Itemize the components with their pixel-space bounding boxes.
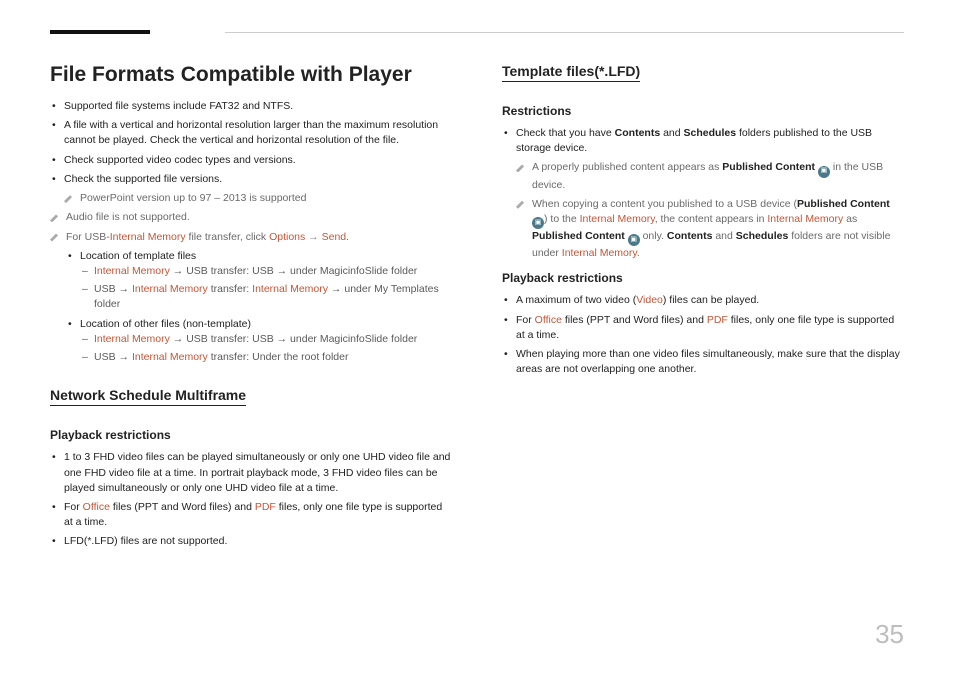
playback-list: 1 to 3 FHD video files can be played sim…	[50, 450, 452, 549]
note-text: and	[712, 230, 735, 242]
note-item: A properly published content appears as …	[516, 160, 904, 192]
sub-list: Location of template files Internal Memo…	[66, 249, 452, 366]
note-group: PowerPoint version up to 97 – 2013 is su…	[50, 191, 452, 206]
bold-text: Schedules	[684, 127, 737, 139]
highlight-text: PDF	[707, 314, 728, 326]
list-text: For	[64, 501, 83, 513]
sub-heading: Restrictions	[502, 104, 904, 118]
list-item: Check the supported file versions.	[50, 172, 452, 187]
note-item: For USB-Internal Memory file transfer, c…	[50, 230, 452, 245]
highlight-text: Office	[83, 501, 110, 513]
bold-text: Published Content	[532, 230, 625, 242]
note-text: ) to the	[544, 213, 580, 225]
note-text: .	[346, 231, 349, 243]
list-text: → USB transfer: USB → under MagicinfoSli…	[170, 265, 417, 277]
list-item: Location of template files Internal Memo…	[66, 249, 452, 313]
right-column: Template files(*.LFD) Restrictions Check…	[502, 63, 904, 554]
highlight-text: PDF	[255, 501, 276, 513]
playback-list: A maximum of two video (Video) files can…	[502, 293, 904, 377]
list-text: files (PPT and Word files) and	[562, 314, 707, 326]
left-column: File Formats Compatible with Player Supp…	[50, 63, 452, 554]
list-text: For	[516, 314, 535, 326]
list-item: Location of other files (non-template) I…	[66, 317, 452, 366]
list-item: When playing more than one video files s…	[502, 347, 904, 377]
header-rule-thin	[225, 32, 904, 33]
list-text: files (PPT and Word files) and	[110, 501, 255, 513]
list-item: A file with a vertical and horizontal re…	[50, 118, 452, 148]
list-text: Location of other files (non-template)	[80, 318, 251, 330]
note-item: When copying a content you published to …	[516, 197, 904, 262]
list-item: Supported file systems include FAT32 and…	[50, 99, 452, 114]
highlight-text: Internal Memory	[562, 247, 637, 259]
note-item: PowerPoint version up to 97 – 2013 is su…	[64, 191, 452, 206]
list-text: → USB transfer: USB → under MagicinfoSli…	[170, 333, 417, 345]
note-text: A properly published content appears as	[532, 161, 722, 173]
sub-list-group: Location of template files Internal Memo…	[50, 249, 452, 366]
list-text: transfer:	[208, 283, 252, 295]
highlight-text: Options	[269, 231, 305, 243]
sub-heading: Playback restrictions	[502, 271, 904, 285]
highlight-text: Internal Memory	[132, 283, 208, 295]
highlight-text: Send	[322, 231, 347, 243]
dash-list: Internal Memory → USB transfer: USB → un…	[80, 264, 452, 313]
highlight-text: Internal Memory	[94, 333, 170, 345]
header-rule	[50, 30, 904, 33]
list-item: Check that you have Contents and Schedul…	[502, 126, 904, 156]
list-text: A maximum of two video (	[516, 294, 636, 306]
header-rule-heavy	[50, 30, 150, 34]
list-text: Location of template files	[80, 250, 196, 262]
list-text: Check that you have	[516, 127, 615, 139]
restrictions-list: Check that you have Contents and Schedul…	[502, 126, 904, 156]
list-text: and	[660, 127, 683, 139]
note-text: When copying a content you published to …	[532, 198, 797, 210]
list-item: For Office files (PPT and Word files) an…	[50, 500, 452, 530]
list-item: Internal Memory → USB transfer: USB → un…	[80, 264, 452, 279]
note-text: .	[637, 247, 640, 259]
list-item: USB → Internal Memory transfer: Under th…	[80, 350, 452, 365]
highlight-text: Internal Memory	[110, 231, 186, 243]
page-number: 35	[875, 619, 904, 650]
note-text: as	[843, 213, 857, 225]
list-item: Internal Memory → USB transfer: USB → un…	[80, 332, 452, 347]
list-item: LFD(*.LFD) files are not supported.	[50, 534, 452, 549]
highlight-text: Internal Memory	[252, 283, 328, 295]
note-text: , the content appears in	[655, 213, 768, 225]
page-title: File Formats Compatible with Player	[50, 63, 452, 87]
note-group: A properly published content appears as …	[502, 160, 904, 261]
bold-text: Contents	[667, 230, 713, 242]
note-text: For USB-	[66, 231, 110, 243]
section-heading: Network Schedule Multiframe	[50, 387, 246, 406]
section-heading: Template files(*.LFD)	[502, 63, 640, 82]
list-text: USB →	[94, 283, 132, 295]
badge-icon: ▣	[532, 217, 544, 229]
dash-list: Internal Memory → USB transfer: USB → un…	[80, 332, 452, 365]
highlight-text: Internal Memory	[94, 265, 170, 277]
list-item: A maximum of two video (Video) files can…	[502, 293, 904, 308]
note-text: only.	[640, 230, 667, 242]
list-item: For Office files (PPT and Word files) an…	[502, 313, 904, 343]
list-item: USB → Internal Memory transfer: Internal…	[80, 282, 452, 312]
bold-text: Schedules	[736, 230, 789, 242]
highlight-text: Office	[535, 314, 562, 326]
badge-icon: ▣	[628, 234, 640, 246]
sub-heading: Playback restrictions	[50, 428, 452, 442]
highlight-text: Internal Memory	[132, 351, 208, 363]
list-text: transfer: Under the root folder	[208, 351, 349, 363]
arrow-icon: →	[305, 231, 321, 243]
note-item: Audio file is not supported.	[50, 210, 452, 225]
highlight-text: Internal Memory	[767, 213, 843, 225]
content-columns: File Formats Compatible with Player Supp…	[50, 63, 904, 554]
list-text: ) files can be played.	[663, 294, 759, 306]
list-text: USB →	[94, 351, 132, 363]
bold-text: Published Content	[797, 198, 890, 210]
highlight-text: Internal Memory	[580, 213, 655, 225]
list-item: Check supported video codec types and ve…	[50, 153, 452, 168]
highlight-text: Video	[636, 294, 663, 306]
bold-text: Contents	[615, 127, 661, 139]
badge-icon: ▣	[818, 166, 830, 178]
note-text: file transfer, click	[186, 231, 269, 243]
list-item: 1 to 3 FHD video files can be played sim…	[50, 450, 452, 496]
file-format-list: Supported file systems include FAT32 and…	[50, 99, 452, 187]
bold-text: Published Content	[722, 161, 815, 173]
